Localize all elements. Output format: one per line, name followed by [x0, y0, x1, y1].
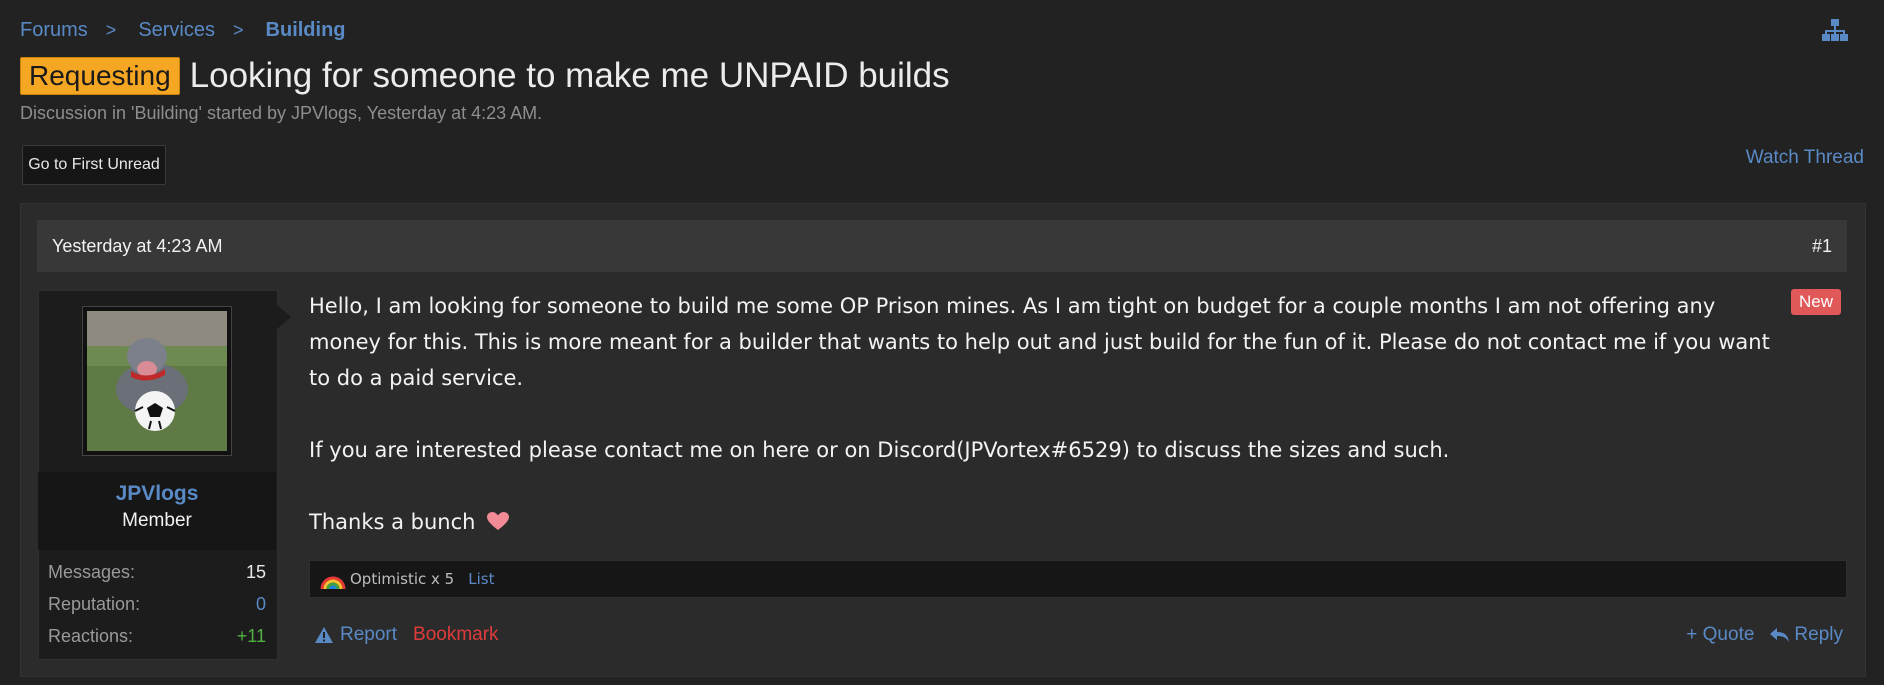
reaction-list-link[interactable]: List — [468, 570, 494, 588]
reply-label: Reply — [1794, 624, 1843, 645]
chevron-right-icon: > — [233, 19, 244, 40]
bookmark-link[interactable]: Bookmark — [413, 624, 499, 646]
stat-value: +11 — [236, 626, 266, 646]
stat-value[interactable]: 0 — [256, 594, 266, 615]
stat-messages: Messages: 15 — [48, 562, 266, 583]
user-title: Member — [122, 510, 192, 531]
stat-value[interactable]: 15 — [246, 562, 266, 583]
reaction-bar: Optimistic x 5 List — [309, 560, 1847, 598]
report-label: Report — [340, 624, 398, 645]
quote-button[interactable]: + Quote — [1686, 624, 1754, 646]
warning-icon — [315, 627, 333, 643]
stat-label: Messages: — [48, 562, 136, 582]
post-header: Yesterday at 4:23 AM #1 — [37, 220, 1847, 272]
username[interactable]: JPVlogs — [38, 482, 276, 506]
message-paragraph: Hello, I am looking for someone to build… — [309, 294, 1770, 390]
stat-reactions: Reactions: +11 — [48, 626, 266, 647]
breadcrumb-forums[interactable]: Forums — [20, 19, 88, 42]
avatar-image — [87, 311, 227, 451]
report-link[interactable]: Report — [314, 624, 397, 646]
message-body: Hello, I am looking for someone to build… — [309, 288, 1789, 540]
thread-meta: Discussion in 'Building' started by JPVl… — [20, 103, 543, 123]
new-badge: New — [1791, 289, 1842, 315]
reaction-summary[interactable]: Optimistic x 5 — [350, 570, 454, 588]
avatar[interactable] — [82, 306, 232, 456]
breadcrumb-building[interactable]: Building — [266, 19, 346, 42]
sitemap-icon[interactable] — [1822, 18, 1848, 42]
watch-thread-link[interactable]: Watch Thread — [1746, 147, 1864, 169]
stat-reputation: Reputation: 0 — [48, 594, 266, 615]
post-number[interactable]: #1 — [1812, 236, 1832, 257]
stat-label: Reactions: — [48, 626, 134, 646]
post-date[interactable]: Yesterday at 4:23 AM — [52, 236, 222, 257]
post-footer-right: + Quote Reply — [1686, 624, 1843, 646]
thread-title: Looking for someone to make me UNPAID bu… — [189, 56, 950, 95]
reply-button[interactable]: Reply — [1768, 624, 1843, 646]
stat-label: Reputation: — [48, 594, 141, 614]
post-footer-left: Report Bookmark — [314, 624, 499, 646]
rainbow-icon — [320, 576, 346, 590]
message-text: Thanks a bunch — [309, 510, 476, 534]
message-paragraph: If you are interested please contact me … — [309, 438, 1450, 462]
breadcrumb: Forums > Services > Building — [20, 18, 346, 42]
reply-icon — [1770, 628, 1790, 642]
message-paragraph: Thanks a bunch — [309, 504, 1789, 540]
heart-icon — [487, 512, 510, 530]
thread-title-row: Requesting Looking for someone to make m… — [20, 56, 950, 96]
chevron-right-icon: > — [105, 19, 117, 40]
go-to-first-unread-button[interactable]: Go to First Unread — [22, 145, 166, 185]
breadcrumb-services[interactable]: Services — [138, 19, 215, 42]
thread-prefix-badge[interactable]: Requesting — [20, 57, 180, 95]
